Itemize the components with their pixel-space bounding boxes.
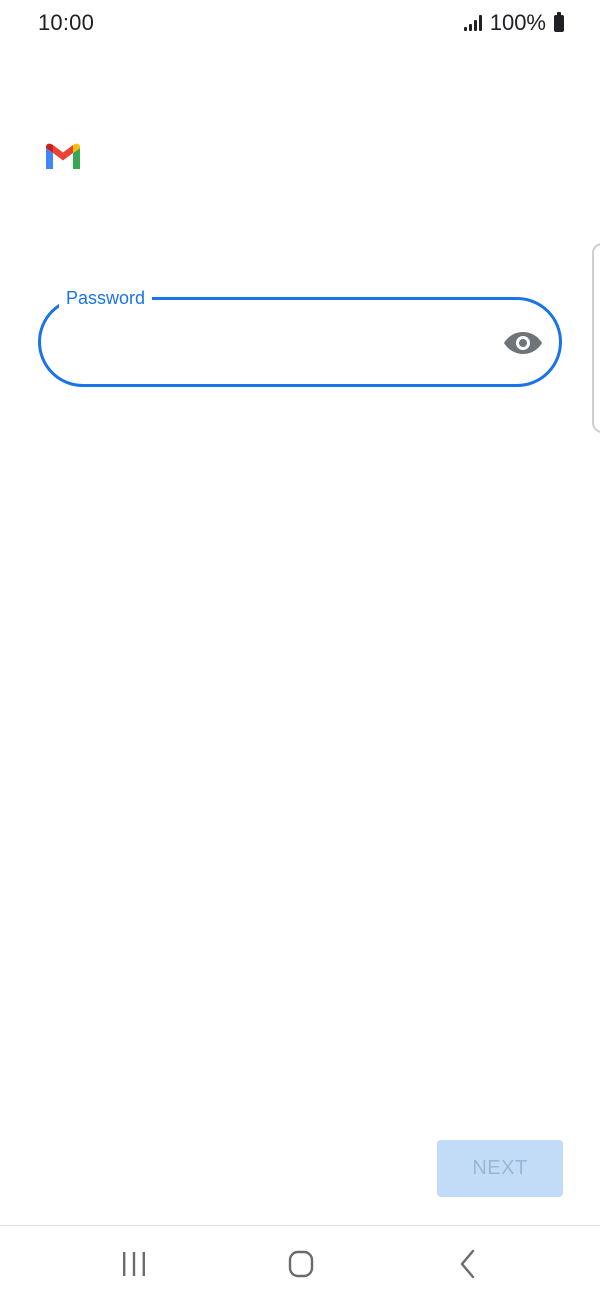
password-label: Password [59, 287, 153, 309]
edge-panel-handle[interactable] [592, 243, 600, 433]
recent-apps-icon[interactable] [114, 1248, 154, 1280]
screen: 10:00 100% Password NEXT [0, 0, 600, 1300]
password-field[interactable]: Password [38, 287, 562, 387]
status-indicators: 100% [463, 10, 564, 36]
password-input[interactable] [63, 318, 487, 368]
home-icon[interactable] [281, 1248, 321, 1280]
status-bar: 10:00 100% [0, 0, 600, 48]
status-time: 10:00 [38, 10, 95, 35]
battery-percentage: 100% [489, 10, 546, 35]
back-icon[interactable] [448, 1248, 488, 1280]
signal-icon [463, 15, 482, 31]
next-button[interactable]: NEXT [437, 1140, 563, 1197]
gmail-logo-icon [46, 143, 80, 169]
battery-icon [554, 11, 564, 32]
eye-icon[interactable] [503, 328, 543, 358]
navigation-bar [0, 1226, 600, 1300]
